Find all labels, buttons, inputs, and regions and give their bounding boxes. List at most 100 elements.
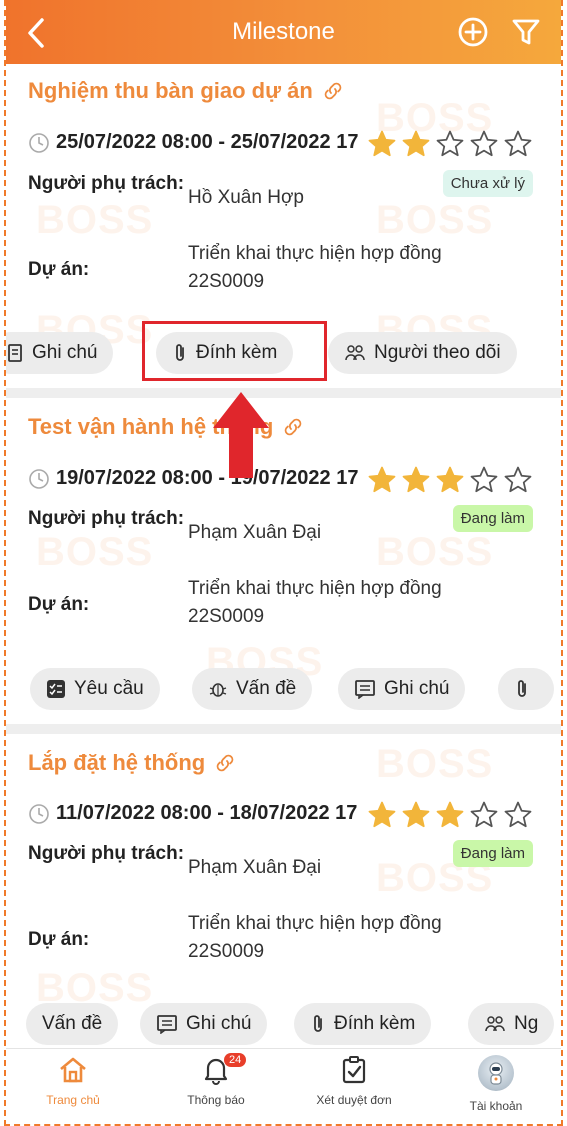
chip-label: Ng bbox=[514, 1013, 539, 1034]
chip-label: Ghi chú bbox=[384, 678, 450, 699]
attachment-chip[interactable] bbox=[498, 668, 554, 710]
owner-label: Người phụ trách: bbox=[28, 173, 185, 194]
robot-avatar-icon bbox=[489, 1062, 503, 1085]
note-icon bbox=[8, 344, 22, 362]
star-empty-icon[interactable] bbox=[469, 465, 499, 495]
action-chips: Yêu cầu Vấn đề Ghi chú bbox=[6, 668, 561, 710]
paperclip-icon bbox=[314, 1015, 322, 1032]
comment-icon bbox=[157, 1015, 177, 1034]
clock-icon bbox=[29, 132, 49, 153]
project-label: Dự án: bbox=[28, 929, 90, 950]
avatar bbox=[478, 1055, 514, 1091]
date-range: 25/07/2022 08:00 - 25/07/2022 17 bbox=[28, 131, 358, 154]
link-icon bbox=[216, 754, 234, 772]
date-range: 11/07/2022 08:00 - 18/07/2022 17 bbox=[28, 802, 357, 825]
checklist-icon bbox=[47, 680, 65, 698]
people-icon bbox=[345, 345, 365, 361]
tab-label: Thông báo bbox=[187, 1093, 245, 1107]
home-icon bbox=[60, 1057, 86, 1083]
rating-stars[interactable] bbox=[367, 129, 533, 159]
date-range-text: 25/07/2022 08:00 - 25/07/2022 17 bbox=[56, 131, 359, 153]
bottom-tab-bar: Trang chủ 24 Thông báo Xét duyệt đơn Tài… bbox=[6, 1048, 561, 1124]
notification-count-badge: 24 bbox=[224, 1053, 247, 1067]
star-empty-icon[interactable] bbox=[503, 800, 533, 830]
star-empty-icon[interactable] bbox=[469, 800, 499, 830]
clock-icon bbox=[29, 468, 49, 489]
star-empty-icon[interactable] bbox=[469, 129, 499, 159]
tab-label: Tài khoản bbox=[469, 1099, 523, 1113]
chip-label: Yêu cầu bbox=[74, 678, 144, 699]
rating-stars[interactable] bbox=[367, 465, 533, 495]
action-chips: Vấn đề Ghi chú Đính kèm Ng bbox=[6, 1003, 561, 1045]
star-filled-icon[interactable] bbox=[401, 465, 431, 495]
tab-account[interactable]: Tài khoản bbox=[426, 1055, 561, 1113]
attachment-chip[interactable]: Đính kèm bbox=[294, 1003, 432, 1045]
rating-stars[interactable] bbox=[367, 800, 533, 830]
requests-chip[interactable]: Yêu cầu bbox=[30, 668, 160, 710]
card-divider bbox=[6, 724, 561, 734]
page-title: Milestone bbox=[232, 18, 335, 45]
issues-chip[interactable]: Vấn đề bbox=[26, 1003, 119, 1045]
notes-chip[interactable]: Ghi chú bbox=[6, 332, 114, 374]
star-filled-icon[interactable] bbox=[401, 800, 431, 830]
up-arrow-icon bbox=[213, 392, 269, 478]
milestone-title[interactable]: Nghiệm thu bàn giao dự án bbox=[28, 78, 345, 104]
project-label: Dự án: bbox=[28, 594, 90, 615]
notes-chip[interactable]: Ghi chú bbox=[338, 668, 466, 710]
project-value: Triển khai thực hiện hợp đồng 22S0009 bbox=[188, 243, 442, 292]
clock-icon bbox=[29, 803, 49, 824]
star-empty-icon[interactable] bbox=[503, 129, 533, 159]
watermark: BOSS bbox=[36, 530, 154, 574]
milestone-title-text: Nghiệm thu bàn giao dự án bbox=[28, 78, 313, 103]
tab-notifications[interactable]: 24 Thông báo bbox=[146, 1053, 286, 1107]
filter-icon[interactable] bbox=[511, 17, 541, 47]
project-value: Triển khai thực hiện hợp đồng 22S0009 bbox=[188, 913, 442, 962]
star-filled-icon[interactable] bbox=[401, 129, 431, 159]
project-label: Dự án: bbox=[28, 259, 90, 280]
card-divider bbox=[6, 388, 561, 398]
star-empty-icon[interactable] bbox=[503, 465, 533, 495]
add-icon[interactable] bbox=[457, 16, 489, 48]
link-icon bbox=[285, 418, 302, 436]
tab-label: Trang chủ bbox=[46, 1093, 100, 1107]
people-icon bbox=[485, 1016, 505, 1032]
milestone-title[interactable]: Lắp đặt hệ thống bbox=[28, 750, 237, 776]
star-filled-icon[interactable] bbox=[367, 465, 397, 495]
chip-label: Vấn đề bbox=[42, 1013, 103, 1034]
chip-label: Đính kèm bbox=[334, 1013, 416, 1034]
status-badge: Chưa xử lý bbox=[442, 170, 533, 197]
chip-label: Vấn đề bbox=[236, 678, 297, 699]
date-range-text: 19/07/2022 08:00 - 19/07/2022 17 bbox=[56, 467, 359, 489]
tab-home[interactable]: Trang chủ bbox=[6, 1055, 143, 1107]
owner-value: Phạm Xuân Đại bbox=[188, 857, 322, 878]
issues-chip[interactable]: Vấn đề bbox=[192, 668, 313, 710]
watermark: BOSS bbox=[36, 198, 154, 242]
star-filled-icon[interactable] bbox=[367, 129, 397, 159]
status-badge: Đang làm bbox=[452, 840, 533, 867]
star-empty-icon[interactable] bbox=[435, 129, 465, 159]
comment-icon bbox=[355, 680, 375, 699]
status-badge: Đang làm bbox=[452, 505, 533, 532]
milestone-title-text: Lắp đặt hệ thống bbox=[28, 750, 206, 775]
owner-label: Người phụ trách: bbox=[28, 843, 185, 864]
chip-label: Ghi chú bbox=[186, 1013, 252, 1034]
app-screen: Milestone BOSS BOSS BOSS BOSS BOSS BOSS … bbox=[4, 0, 563, 1126]
chip-label: Ghi chú bbox=[32, 342, 98, 363]
followers-chip[interactable]: Ng bbox=[468, 1003, 555, 1045]
back-icon[interactable] bbox=[20, 14, 54, 52]
clipboard-check-icon bbox=[342, 1056, 366, 1084]
highlight-box bbox=[142, 321, 327, 381]
bug-icon bbox=[209, 683, 227, 697]
notes-chip[interactable]: Ghi chú bbox=[140, 1003, 268, 1045]
owner-label: Người phụ trách: bbox=[28, 508, 185, 529]
tab-label: Xét duyệt đơn bbox=[316, 1093, 392, 1107]
project-value: Triển khai thực hiện hợp đồng 22S0009 bbox=[188, 578, 442, 627]
star-filled-icon[interactable] bbox=[435, 800, 465, 830]
followers-chip[interactable]: Người theo dõi bbox=[328, 332, 517, 374]
tab-approvals[interactable]: Xét duyệt đơn bbox=[284, 1055, 424, 1107]
app-header: Milestone bbox=[6, 0, 561, 64]
star-filled-icon[interactable] bbox=[367, 800, 397, 830]
watermark: BOSS bbox=[376, 530, 494, 574]
owner-value: Hồ Xuân Hợp bbox=[188, 187, 304, 208]
star-filled-icon[interactable] bbox=[435, 465, 465, 495]
